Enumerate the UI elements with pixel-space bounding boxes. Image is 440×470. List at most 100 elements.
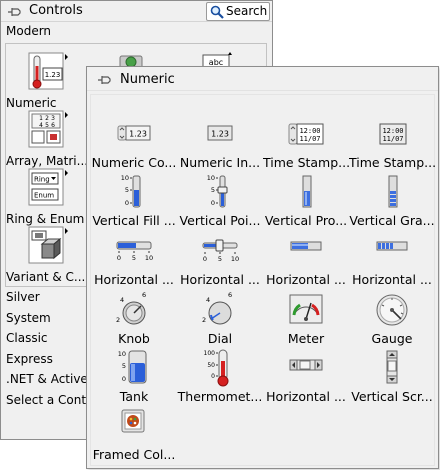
palette-item-label: Thermomet... xyxy=(177,389,263,404)
array-matrix-category-icon: 123 456 xyxy=(28,110,68,150)
palette-item-horizontal-graduated-bar[interactable]: Horizontal ... xyxy=(349,232,435,292)
svg-text:0: 0 xyxy=(125,199,129,207)
search-icon xyxy=(210,5,224,19)
svg-text:11/07: 11/07 xyxy=(382,135,403,143)
svg-text:1.23: 1.23 xyxy=(211,130,229,139)
svg-text:4: 4 xyxy=(120,296,124,304)
svg-text:Enum: Enum xyxy=(34,192,54,200)
svg-text:10: 10 xyxy=(118,350,126,358)
svg-text:12:00: 12:00 xyxy=(299,127,320,135)
palette-item-vertical-pointer-slide[interactable]: 10 5 0 Vertical Poi... xyxy=(177,173,263,233)
palette-item-vertical-progress-bar[interactable]: Vertical Pro... xyxy=(263,173,349,233)
palette-item-label: Tank xyxy=(119,389,149,404)
ring-enum-category-icon: Ring Enum xyxy=(28,168,68,208)
palette-item-vertical-scrollbar[interactable]: Vertical Scr... xyxy=(349,349,435,409)
svg-text:1: 1 xyxy=(39,115,43,122)
svg-text:1.23: 1.23 xyxy=(45,71,61,79)
svg-text:2: 2 xyxy=(45,115,49,122)
palette-item-label: Horizontal ... xyxy=(266,389,346,404)
horizontal-fill-slide-icon: 0 5 10 xyxy=(112,232,156,270)
svg-text:4: 4 xyxy=(39,122,43,129)
palette-item-time-stamp-control[interactable]: 12:00 11/07 Time Stamp... xyxy=(263,115,349,175)
controls-palette-titlebar[interactable]: Controls Search xyxy=(1,1,272,22)
horizontal-graduated-bar-icon xyxy=(370,232,414,270)
category-variant-class-label: Variant & C... xyxy=(6,270,86,284)
time-stamp-indicator-icon: 12:00 11/07 xyxy=(370,115,414,153)
svg-text:Ring: Ring xyxy=(34,176,50,184)
svg-text:2: 2 xyxy=(116,316,120,324)
controls-palette-title: Controls xyxy=(29,3,83,18)
palette-item-horizontal-fill-slide[interactable]: 0 5 10 Horizontal ... xyxy=(91,232,177,292)
svg-text:11/07: 11/07 xyxy=(299,135,320,143)
palette-item-label: Horizontal ... xyxy=(180,272,260,287)
palette-item-gauge[interactable]: Gauge xyxy=(349,291,435,351)
svg-text:4: 4 xyxy=(206,296,210,304)
palette-item-label: Dial xyxy=(207,331,233,346)
palette-item-tank[interactable]: 10 5 0 Tank xyxy=(91,349,177,409)
palette-item-label: Vertical Scr... xyxy=(351,389,433,404)
svg-text:10: 10 xyxy=(207,174,215,182)
knob-icon: 4 6 2 xyxy=(112,291,156,329)
palette-item-label: Vertical Poi... xyxy=(179,213,261,228)
vertical-progress-bar-icon xyxy=(284,173,328,211)
category-ring-enum-label: Ring & Enum xyxy=(6,212,85,226)
palette-item-time-stamp-indicator[interactable]: 12:00 11/07 Time Stamp... xyxy=(349,115,435,175)
svg-text:10: 10 xyxy=(121,174,129,182)
palette-item-horizontal-scrollbar[interactable]: Horizontal ... xyxy=(263,349,349,409)
framed-color-box-icon xyxy=(112,407,156,445)
palette-item-meter[interactable]: Meter xyxy=(263,291,349,351)
variant-class-category-icon xyxy=(28,226,68,266)
numeric-control-icon: 1.23 xyxy=(112,115,156,153)
svg-text:0: 0 xyxy=(211,373,215,380)
vertical-scrollbar-icon xyxy=(370,349,414,387)
search-button[interactable]: Search xyxy=(206,2,270,21)
palette-item-vertical-graduated-bar[interactable]: Vertical Gra... xyxy=(349,173,435,233)
svg-text:12:00: 12:00 xyxy=(382,127,403,135)
palette-item-knob[interactable]: 4 6 2 Knob xyxy=(91,291,177,351)
svg-text:5: 5 xyxy=(122,362,126,370)
svg-text:6: 6 xyxy=(228,291,232,299)
numeric-palette-grid: 1.23 Numeric Co... 1.23 Numeric In... 12… xyxy=(90,94,435,466)
svg-text:5: 5 xyxy=(218,255,222,263)
palette-item-numeric-indicator[interactable]: 1.23 Numeric In... xyxy=(177,115,263,175)
vertical-pointer-slide-icon: 10 5 0 xyxy=(198,173,242,211)
svg-text:5: 5 xyxy=(45,122,49,129)
time-stamp-control-icon: 12:00 11/07 xyxy=(284,115,328,153)
svg-text:10: 10 xyxy=(145,254,153,262)
horizontal-pointer-slide-icon: 0 5 10 xyxy=(198,232,242,270)
meter-icon xyxy=(284,291,328,329)
svg-text:1.23: 1.23 xyxy=(129,130,147,139)
gauge-icon xyxy=(370,291,414,329)
modern-section-header[interactable]: Modern xyxy=(1,23,272,41)
palette-item-label: Vertical Gra... xyxy=(349,213,435,228)
pushpin-icon[interactable] xyxy=(97,74,113,86)
thermometer-icon: 100 50 0 xyxy=(198,349,242,387)
vertical-graduated-bar-icon xyxy=(370,173,414,211)
category-numeric-label: Numeric xyxy=(6,96,57,110)
palette-item-horizontal-progress-bar[interactable]: Horizontal ... xyxy=(263,232,349,292)
palette-item-label: Time Stamp... xyxy=(349,155,435,170)
palette-item-horizontal-pointer-slide[interactable]: 0 5 10 Horizontal ... xyxy=(177,232,263,292)
palette-item-thermometer[interactable]: 100 50 0 Thermomet... xyxy=(177,349,263,409)
numeric-palette-titlebar[interactable]: Numeric xyxy=(87,67,438,91)
pushpin-icon[interactable] xyxy=(7,6,23,18)
palette-item-numeric-control[interactable]: 1.23 Numeric Co... xyxy=(91,115,177,175)
dial-icon: 4 6 2 xyxy=(198,291,242,329)
palette-item-label: Horizontal ... xyxy=(352,272,432,287)
svg-text:0: 0 xyxy=(117,254,121,262)
palette-item-label: Horizontal ... xyxy=(94,272,174,287)
svg-text:10: 10 xyxy=(231,255,239,263)
horizontal-scrollbar-icon xyxy=(284,349,328,387)
numeric-category-icon: 1.23 xyxy=(28,52,68,92)
palette-item-label: Knob xyxy=(118,331,150,346)
svg-text:50: 50 xyxy=(207,362,215,369)
modern-section-label: Modern xyxy=(6,24,52,38)
palette-item-framed-color-box[interactable]: Framed Col... xyxy=(91,407,177,467)
palette-item-label: Horizontal ... xyxy=(266,272,346,287)
svg-text:6: 6 xyxy=(142,291,146,299)
palette-item-label: Framed Col... xyxy=(92,447,176,462)
numeric-indicator-icon: 1.23 xyxy=(198,115,242,153)
vertical-fill-slide-icon: 10 5 0 xyxy=(112,173,156,211)
palette-item-vertical-fill-slide[interactable]: 10 5 0 Vertical Fill ... xyxy=(91,173,177,233)
palette-item-dial[interactable]: 4 6 2 Dial xyxy=(177,291,263,351)
